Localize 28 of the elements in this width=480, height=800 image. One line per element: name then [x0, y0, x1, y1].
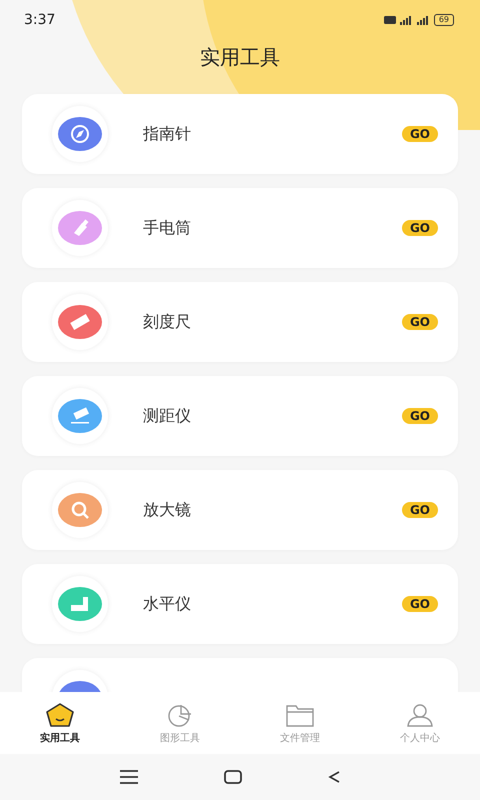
- battery-indicator: 69: [434, 14, 454, 26]
- tool-card[interactable]: 水平仪 GO: [22, 564, 458, 644]
- go-badge[interactable]: GO: [402, 502, 438, 518]
- go-badge[interactable]: GO: [402, 314, 438, 330]
- tab[interactable]: 实用工具: [0, 692, 120, 754]
- status-time: 3:37: [24, 12, 56, 28]
- tools-icon: [45, 702, 75, 728]
- page-title: 实用工具: [199, 44, 281, 71]
- menu-icon[interactable]: [120, 770, 138, 784]
- go-badge[interactable]: GO: [402, 408, 438, 424]
- tool-card[interactable]: 放大镜 GO: [22, 470, 458, 550]
- home-icon[interactable]: [224, 770, 242, 784]
- tool-card[interactable]: 指南针 GO: [22, 94, 458, 174]
- tool-name: 刻度尺: [143, 312, 192, 332]
- tool-name: 手电筒: [143, 218, 192, 238]
- go-badge[interactable]: GO: [402, 126, 438, 142]
- signal-icon: [384, 15, 428, 25]
- go-badge[interactable]: GO: [402, 596, 438, 612]
- tool-name: 水平仪: [143, 594, 192, 614]
- tool-name: 放大镜: [143, 500, 192, 520]
- tool-name: 指南针: [143, 124, 192, 144]
- tool-card[interactable]: 测距仪 GO: [22, 376, 458, 456]
- back-icon[interactable]: [328, 770, 340, 784]
- person-icon: [405, 702, 435, 728]
- go-badge[interactable]: GO: [402, 220, 438, 236]
- tool-name: 测距仪: [143, 406, 192, 426]
- tool-card[interactable]: 手电筒 GO: [22, 188, 458, 268]
- tool-card[interactable]: 刻度尺 GO: [22, 282, 458, 362]
